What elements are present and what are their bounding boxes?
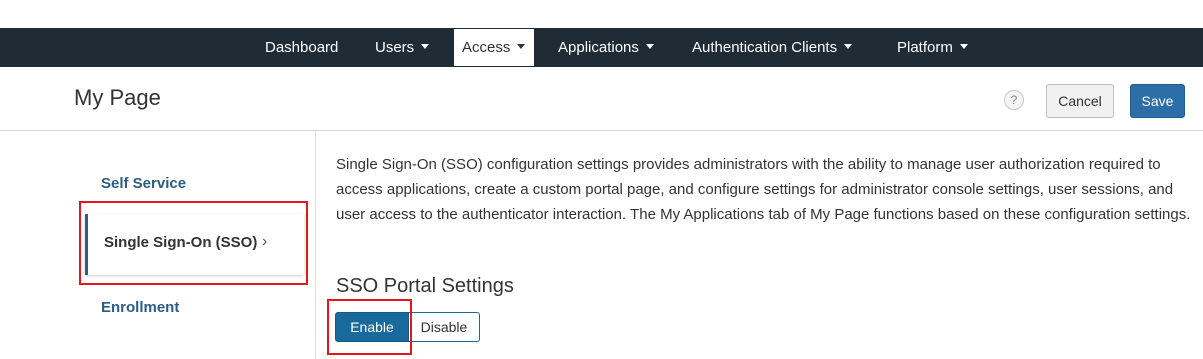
caret-down-icon	[517, 43, 526, 49]
nav-users-label: Users	[375, 39, 415, 56]
caret-down-icon	[844, 43, 853, 49]
page-title: My Page	[74, 85, 161, 110]
main-content: Single Sign-On (SSO) configuration setti…	[336, 152, 1194, 227]
nav-applications-label: Applications	[558, 39, 639, 56]
caret-down-icon	[421, 43, 430, 49]
highlight-box-sso	[79, 201, 308, 285]
sso-description: Single Sign-On (SSO) configuration setti…	[336, 156, 1191, 223]
top-nav-bar: Dashboard Users Access Applications Auth…	[0, 28, 1203, 67]
cancel-button[interactable]: Cancel	[1046, 84, 1114, 118]
nav-dashboard-label: Dashboard	[265, 39, 339, 56]
section-title-sso-portal: SSO Portal Settings	[336, 275, 514, 297]
page-header: My Page ? Cancel Save	[0, 67, 1203, 131]
nav-authentication-clients[interactable]: Authentication Clients	[692, 28, 853, 67]
sidebar-item-self-service[interactable]: Self Service	[101, 175, 186, 192]
highlight-box-enable	[327, 299, 412, 355]
nav-access[interactable]: Access	[454, 29, 534, 66]
caret-down-icon	[959, 43, 968, 49]
nav-platform-label: Platform	[897, 39, 953, 56]
nav-access-label: Access	[462, 39, 511, 56]
help-icon[interactable]: ?	[1004, 90, 1024, 110]
caret-down-icon	[645, 43, 654, 49]
save-button[interactable]: Save	[1130, 84, 1185, 118]
nav-platform[interactable]: Platform	[897, 28, 968, 67]
nav-users[interactable]: Users	[375, 28, 430, 67]
nav-applications[interactable]: Applications	[558, 28, 654, 67]
nav-authentication-clients-label: Authentication Clients	[692, 39, 838, 56]
nav-dashboard[interactable]: Dashboard	[265, 28, 338, 67]
disable-button[interactable]: Disable	[409, 312, 480, 342]
sidebar-item-enrollment[interactable]: Enrollment	[101, 299, 179, 316]
